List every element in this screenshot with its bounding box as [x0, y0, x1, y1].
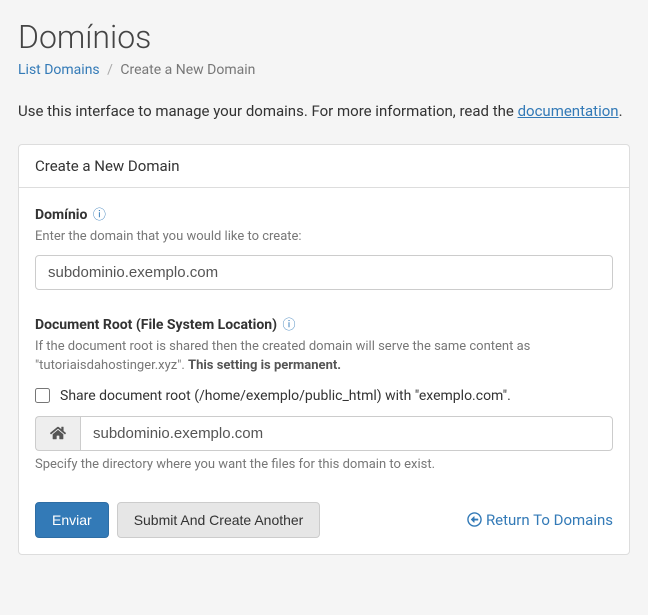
submit-create-another-button[interactable]: Submit And Create Another [117, 502, 321, 538]
return-label: Return To Domains [486, 511, 613, 529]
docroot-label: Document Root (File System Location) [35, 317, 277, 333]
page-title: Domínios [18, 18, 630, 56]
share-docroot-checkbox[interactable] [35, 388, 50, 403]
help-icon[interactable]: ⓘ [283, 318, 296, 333]
share-docroot-label: Share document root (/home/exemplo/publi… [60, 388, 511, 404]
breadcrumb-current: Create a New Domain [120, 62, 255, 78]
submit-button[interactable]: Enviar [35, 502, 109, 538]
docroot-subtext-strong: This setting is permanent. [188, 358, 341, 373]
breadcrumb-separator: / [107, 62, 113, 78]
docroot-helptext: Specify the directory where you want the… [35, 457, 613, 472]
create-domain-panel: Create a New Domain Domínio ⓘ Enter the … [18, 144, 630, 555]
help-icon[interactable]: ⓘ [93, 208, 106, 223]
domain-input[interactable] [35, 255, 613, 290]
docroot-form-group: Document Root (File System Location) ⓘ I… [35, 314, 613, 472]
domain-label: Domínio [35, 207, 87, 223]
breadcrumb-list-domains[interactable]: List Domains [18, 62, 100, 78]
return-to-domains-link[interactable]: Return To Domains [467, 511, 613, 529]
description-suffix: . [619, 102, 623, 120]
page-description: Use this interface to manage your domain… [18, 102, 630, 120]
description-prefix: Use this interface to manage your domain… [18, 102, 518, 120]
docroot-input[interactable] [80, 416, 613, 451]
documentation-link[interactable]: documentation [518, 102, 619, 120]
actions-row: Enviar Submit And Create Another Return … [35, 502, 613, 538]
domain-subtext: Enter the domain that you would like to … [35, 227, 613, 247]
docroot-input-group [35, 416, 613, 451]
return-icon [467, 512, 482, 527]
domain-form-group: Domínio ⓘ Enter the domain that you woul… [35, 204, 613, 290]
share-docroot-row[interactable]: Share document root (/home/exemplo/publi… [35, 388, 613, 404]
panel-title: Create a New Domain [19, 145, 629, 188]
breadcrumb: List Domains / Create a New Domain [18, 62, 630, 78]
docroot-subtext: If the document root is shared then the … [35, 337, 613, 376]
home-icon [35, 416, 80, 451]
